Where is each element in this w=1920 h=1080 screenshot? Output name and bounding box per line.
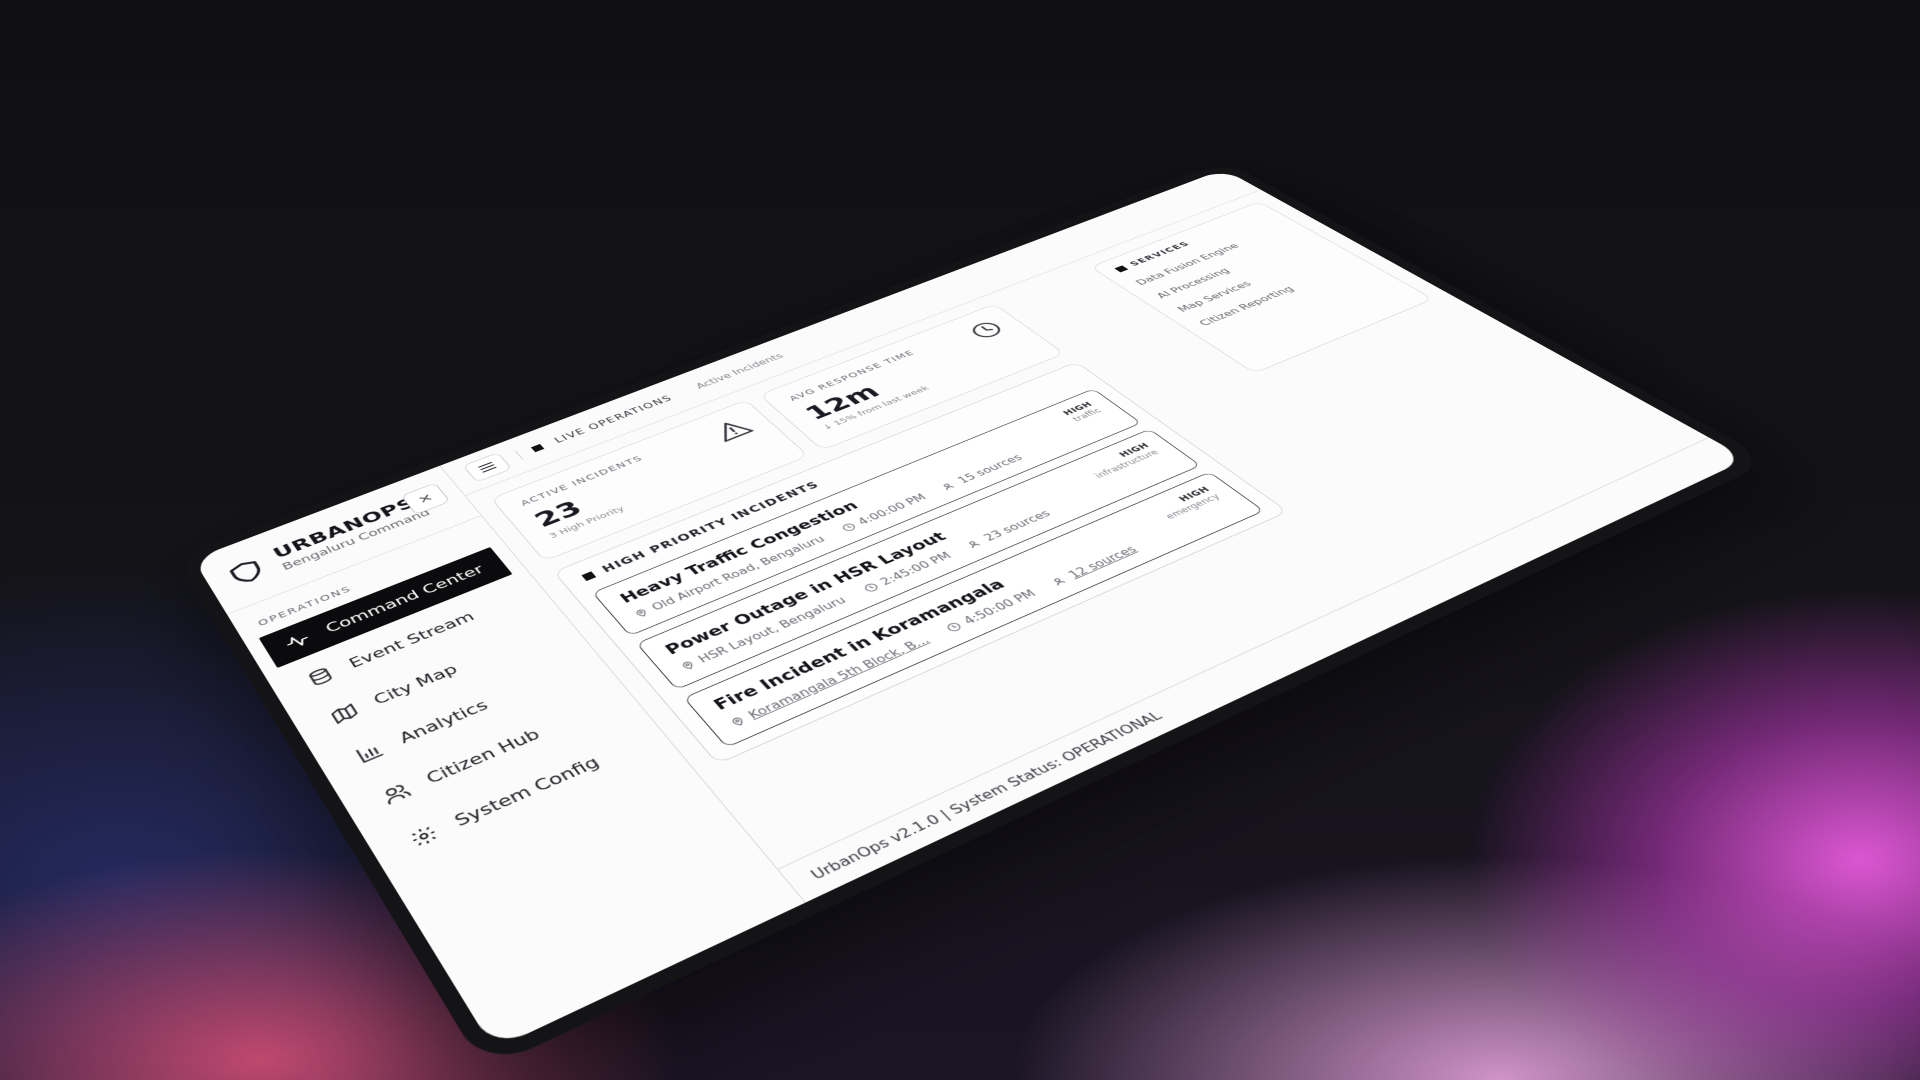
map-pin-icon bbox=[633, 607, 651, 619]
menu-icon bbox=[477, 461, 498, 473]
activity-icon bbox=[281, 629, 314, 653]
map-pin-icon bbox=[728, 715, 748, 729]
services-list: Data Fusion Engine AI Processing Map Ser… bbox=[1133, 224, 1355, 328]
clock-icon bbox=[862, 582, 881, 594]
gear-icon bbox=[405, 821, 444, 851]
panel-marker bbox=[1114, 265, 1129, 273]
users-icon bbox=[940, 481, 958, 492]
live-indicator bbox=[530, 443, 545, 453]
app-screen: URBANOPS Bengaluru Command ✕ OPERATIONS … bbox=[193, 169, 1748, 1050]
users-icon bbox=[1050, 575, 1069, 587]
shield-icon bbox=[222, 555, 272, 589]
users-icon bbox=[378, 779, 415, 807]
database-icon bbox=[303, 664, 337, 689]
clock-icon bbox=[944, 621, 963, 633]
clock-icon bbox=[840, 522, 858, 533]
close-icon: ✕ bbox=[414, 491, 437, 507]
bar-chart-icon bbox=[352, 739, 388, 766]
divider bbox=[514, 450, 523, 460]
menu-button[interactable] bbox=[462, 452, 513, 483]
tablet-device: URBANOPS Bengaluru Command ✕ OPERATIONS … bbox=[175, 161, 1772, 1071]
map-icon bbox=[327, 701, 362, 727]
panel-marker bbox=[581, 571, 597, 581]
map-pin-icon bbox=[679, 659, 698, 672]
device-stage: URBANOPS Bengaluru Command ✕ OPERATIONS … bbox=[0, 0, 1920, 1080]
users-icon bbox=[966, 538, 985, 549]
